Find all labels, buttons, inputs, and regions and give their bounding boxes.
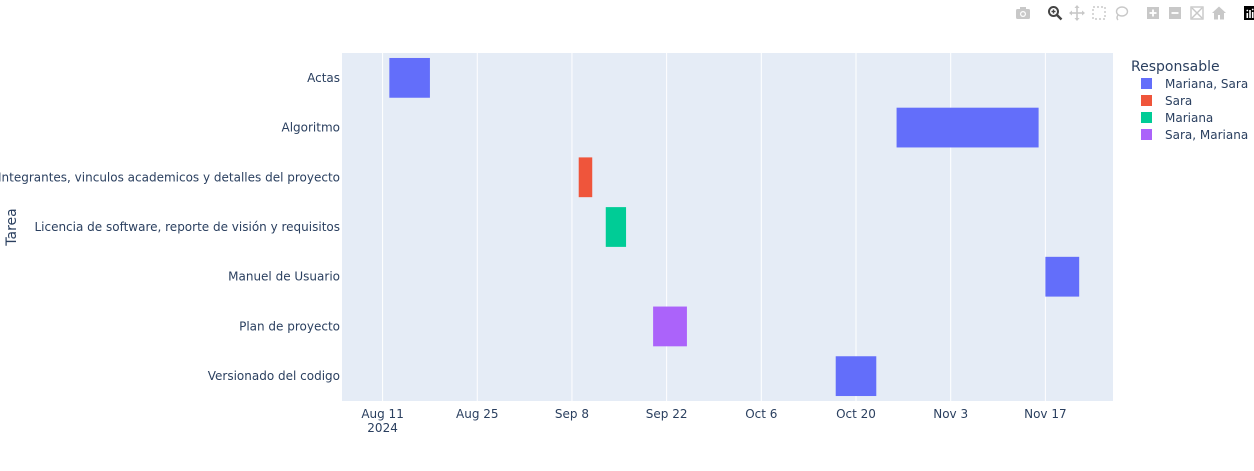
- legend-item-label[interactable]: Mariana: [1165, 111, 1213, 125]
- legend-item-label[interactable]: Mariana, Sara: [1165, 77, 1248, 91]
- gantt-bar[interactable]: [578, 157, 593, 198]
- y-tick-label: Algoritmo: [281, 121, 340, 135]
- x-tick-label: Oct 6: [745, 407, 777, 421]
- y-axis-title: Tarea: [4, 208, 20, 246]
- plot-area: [342, 53, 1113, 401]
- y-tick-labels: Actas Algoritmo Integrantes, vinculos acad…: [0, 71, 340, 383]
- y-tick-label: Integrantes, vinculos academicos y detal…: [0, 170, 340, 184]
- gantt-bar[interactable]: [896, 107, 1039, 148]
- legend: Responsable Mariana, Sara Sara Mariana Sara…: [1131, 59, 1248, 142]
- x-tick-label: Nov 3: [933, 407, 968, 421]
- legend-swatch[interactable]: [1141, 95, 1152, 106]
- gantt-chart: Actas Algoritmo Integrantes, vinculos acad…: [0, 53, 1248, 435]
- legend-item-label[interactable]: Sara: [1165, 94, 1192, 108]
- y-tick-label: Plan de proyecto: [239, 319, 340, 333]
- y-tick-label: Licencia de software, reporte de visión …: [34, 220, 340, 234]
- legend-item-label[interactable]: Sara, Mariana: [1165, 128, 1248, 142]
- legend-swatch[interactable]: [1141, 112, 1152, 123]
- x-tick-label: Sep 22: [646, 407, 688, 421]
- x-tick-sublabel: 2024: [367, 421, 398, 435]
- x-tick-label: Sep 8: [555, 407, 589, 421]
- y-tick-label: Manuel de Usuario: [228, 270, 340, 284]
- x-tick-label: Aug 11: [361, 407, 404, 421]
- legend-swatch[interactable]: [1141, 78, 1152, 89]
- gantt-bar[interactable]: [1045, 256, 1080, 297]
- gantt-bar[interactable]: [653, 306, 687, 347]
- y-tick-label: Versionado del codigo: [208, 369, 340, 383]
- gantt-bar[interactable]: [605, 207, 627, 247]
- legend-title: Responsable: [1131, 59, 1220, 75]
- x-tick-label: Nov 17: [1024, 407, 1067, 421]
- x-tick-labels: Aug 112024 Aug 25 Sep 8 Sep 22 Oct 6 Oct 20 No…: [361, 407, 1066, 435]
- x-tick-label: Oct 20: [836, 407, 876, 421]
- gantt-bar[interactable]: [389, 57, 430, 98]
- x-tick-label: Aug 25: [456, 407, 499, 421]
- legend-swatch[interactable]: [1141, 129, 1152, 140]
- gantt-bar[interactable]: [835, 356, 877, 397]
- y-tick-label: Actas: [307, 71, 340, 85]
